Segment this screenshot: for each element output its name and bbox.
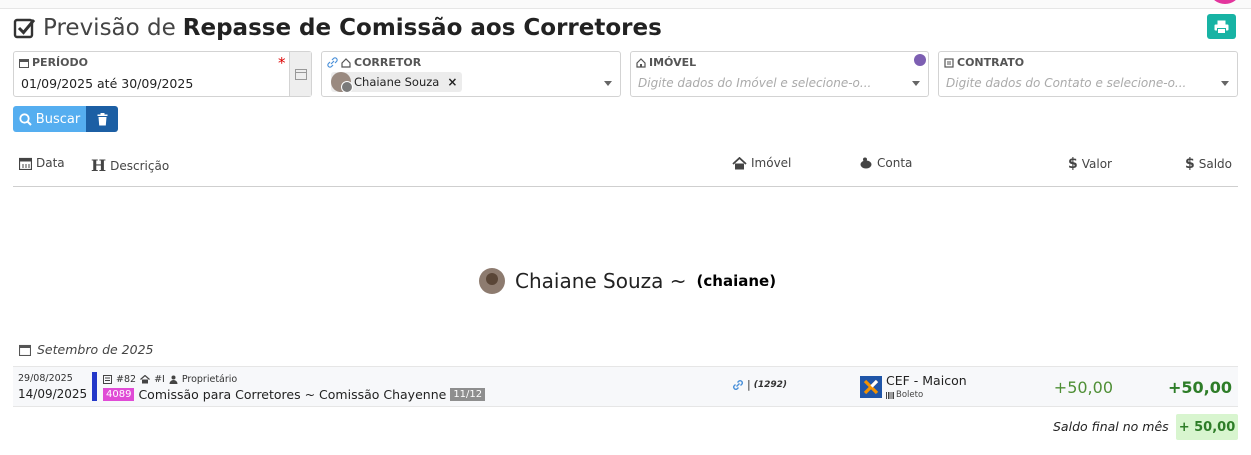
month-header: Setembro de 2025 [19,342,154,357]
search-icon[interactable] [914,54,926,66]
chevron-down-icon[interactable] [604,81,612,86]
printer-icon [1214,20,1229,34]
th-descricao[interactable]: H Descrição [91,156,169,175]
row-description[interactable]: 4089 Comissão para Corretores ~ Comissão… [103,387,486,402]
final-balance-label: Saldo final no mês [1053,419,1169,434]
row-imovel-sep: | [747,378,751,391]
th-descricao-label: Descrição [110,158,170,173]
imovel-label: IMÓVEL [649,56,697,69]
row-meta: #82 #I Proprietário [103,374,237,385]
home-icon [732,156,747,169]
corretor-label-wrap: CORRETOR [327,56,421,69]
row-contract-number[interactable]: #82 [116,374,136,385]
page-title: Previsão de Repasse de Comissão aos Corr… [13,13,662,43]
clear-button[interactable] [86,106,118,132]
th-valor[interactable]: $ Valor [1068,156,1112,172]
month-label: Setembro de 2025 [37,342,154,357]
chip-avatar [331,72,353,93]
required-mark: * [278,54,286,72]
row-conta-type-label: Boleto [896,390,924,400]
periodo-input[interactable]: 01/09/2025 até 30/09/2025 [21,76,193,91]
piggy-bank-icon [860,157,872,168]
imovel-field[interactable]: IMÓVEL Digite dados do Imóvel e selecion… [630,51,929,97]
th-saldo[interactable]: $ Saldo [1185,156,1232,172]
row-code-badge: 4089 [103,388,135,401]
row-description-text: Comissão para Corretores ~ Comissão Chay… [138,387,447,402]
contrato-label-wrap: CONTRATO [944,56,1024,69]
periodo-field[interactable]: PERÍODO * 01/09/2025 até 30/09/2025 [13,51,312,97]
calendar-icon [19,58,29,68]
corretor-label: CORRETOR [354,56,422,69]
corretor-chip: Chaiane Souza × [331,72,463,93]
row-conta-type: Boleto [886,390,923,400]
row-date-competence: 29/08/2025 [18,373,73,384]
final-balance-value: + 50,00 [1176,414,1238,440]
table-row[interactable]: 29/08/2025 14/09/2025 #82 #I Proprietári… [13,366,1238,407]
building-icon [636,57,646,68]
trash-icon [97,112,107,125]
user-icon [169,375,178,384]
th-data[interactable]: Data [19,156,65,170]
dollar-icon: $ [1185,156,1195,172]
home-icon [341,57,351,68]
periodo-label: PERÍODO [32,56,88,69]
contrato-input[interactable]: Digite dados do Contato e selecione-o... [946,76,1186,90]
row-date-due: 14/09/2025 [18,387,88,401]
row-imovel[interactable]: | (1292) [732,378,787,391]
row-saldo: +50,00 [1167,378,1232,397]
periodo-label-wrap: PERÍODO [19,56,88,69]
chevron-down-icon[interactable] [1221,81,1229,86]
contract-icon [103,375,112,384]
th-valor-label: Valor [1081,157,1112,171]
link-icon [733,379,743,390]
th-imovel-label: Imóvel [751,156,792,170]
row-conta-name: CEF - Maicon [886,373,967,388]
row-imovel-number[interactable]: #I [154,374,165,385]
person-username: (chaiane) [696,272,777,290]
th-data-label: Data [36,156,65,170]
person-group-header: Chaiane Souza ~ (chaiane) [479,268,776,294]
bank-logo-icon [860,376,882,398]
chip-label: Chaiane Souza [354,75,440,89]
corretor-field[interactable]: CORRETOR Chaiane Souza × [321,51,621,97]
row-valor: +50,00 [1053,378,1113,397]
buscar-label: Buscar [35,111,81,127]
th-imovel[interactable]: Imóvel [732,156,791,170]
th-conta-label: Conta [877,156,913,170]
th-saldo-label: Saldo [1198,157,1233,171]
person-name: Chaiane Souza ~ [515,269,687,293]
search-icon [19,112,32,126]
top-strip [0,0,1251,9]
title-prefix: Previsão de [43,15,176,41]
row-role: Proprietário [181,374,238,385]
row-imovel-code: (1292) [753,379,787,390]
checkbox-checked-icon [13,18,36,39]
title-main: Repasse de Comissão aos Corretores [182,15,662,41]
dollar-icon: $ [1068,156,1078,172]
contrato-field[interactable]: CONTRATO Digite dados do Contato e selec… [938,51,1238,97]
calendar-icon [294,69,307,80]
contrato-label: CONTRATO [957,56,1025,69]
chip-remove-button[interactable]: × [447,75,457,89]
home-icon [140,375,150,384]
barcode-icon [886,391,894,399]
chevron-down-icon[interactable] [912,81,920,86]
table-header: Data H Descrição Imóvel Conta $ Valor $ … [13,145,1238,187]
heading-icon: H [91,156,107,175]
contract-icon [944,57,954,68]
person-avatar [479,268,505,294]
imovel-label-wrap: IMÓVEL [636,56,696,69]
print-button[interactable] [1207,14,1236,39]
th-conta[interactable]: Conta [859,156,912,170]
link-icon [327,57,338,68]
row-installment-badge: 11/12 [450,388,486,401]
calendar-icon [19,344,31,356]
imovel-input[interactable]: Digite dados do Imóvel e selecione-o... [638,76,871,90]
row-status-bar [92,372,97,401]
calendar-button[interactable] [289,52,311,96]
calendar-icon [19,157,32,170]
buscar-button[interactable]: Buscar [13,106,86,132]
